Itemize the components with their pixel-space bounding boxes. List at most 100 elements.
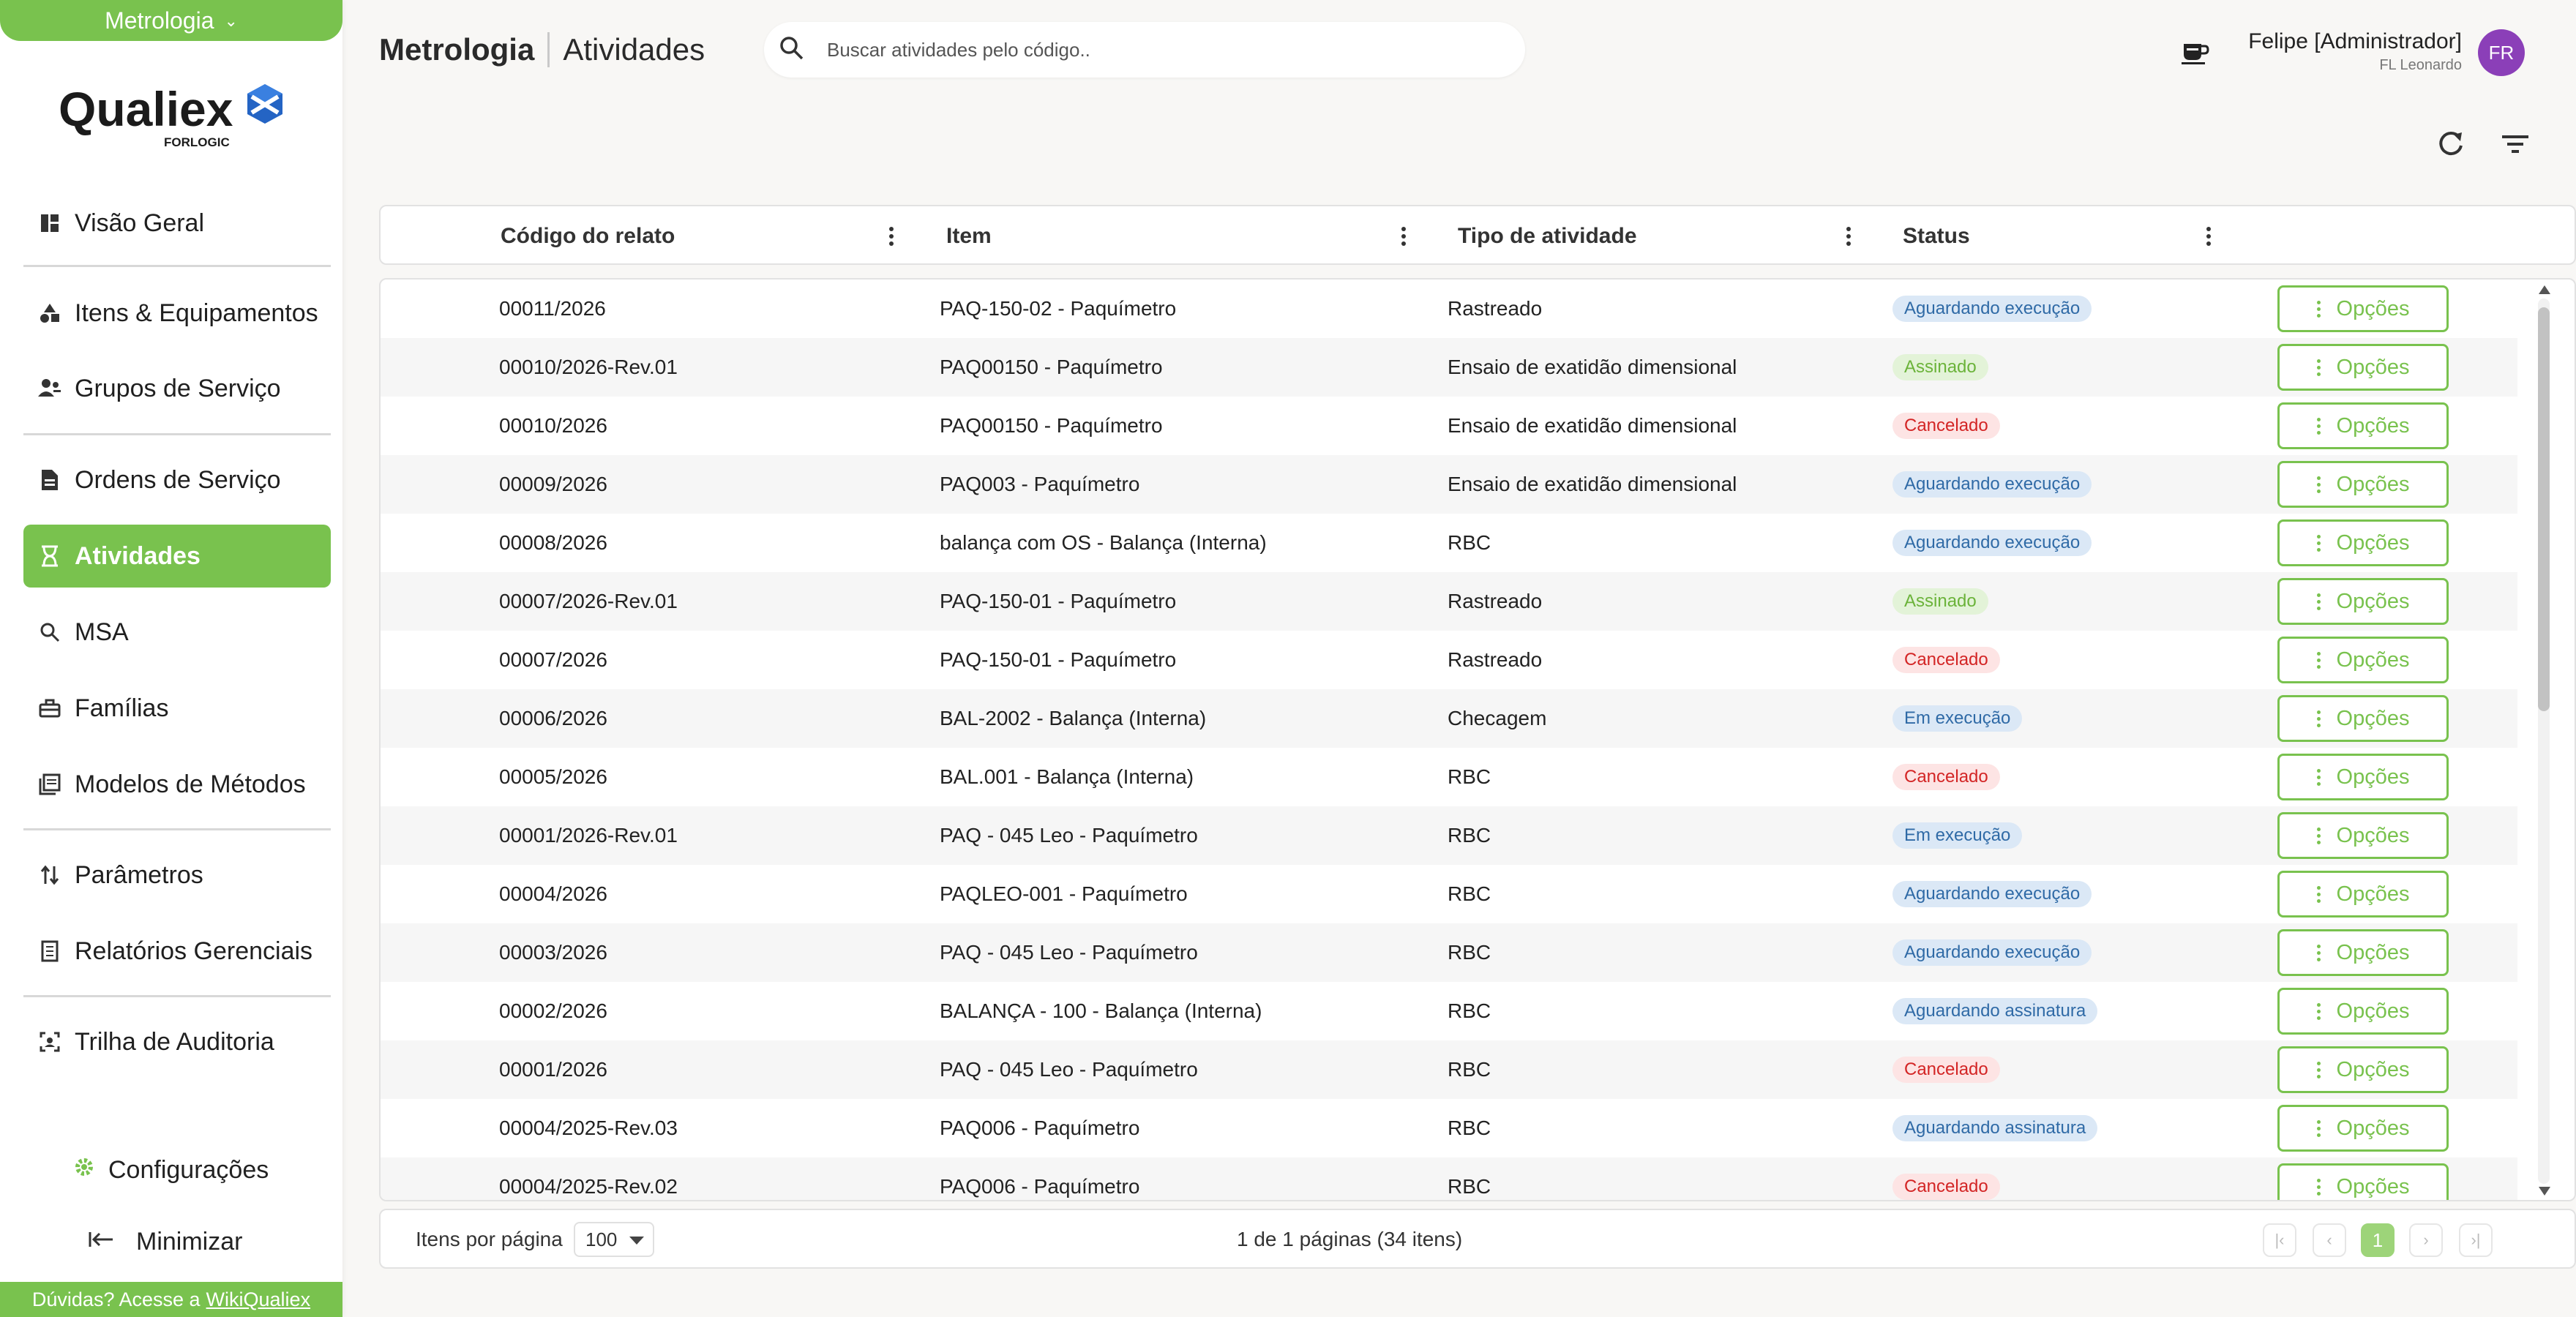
- sidebar-item-parametros[interactable]: Parâmetros: [23, 844, 331, 907]
- options-button[interactable]: Opções: [2277, 988, 2449, 1035]
- options-button[interactable]: Opções: [2277, 1163, 2449, 1200]
- prev-page-button[interactable]: ‹: [2313, 1223, 2346, 1257]
- table-row[interactable]: 00004/2025-Rev.02 PAQ006 - Paquímetro RBC C…: [381, 1157, 2517, 1200]
- document-icon: [37, 467, 63, 493]
- cell-item: PAQ - 045 Leo - Paquímetro: [940, 941, 1198, 964]
- options-button[interactable]: Opções: [2277, 578, 2449, 625]
- module-switch-button[interactable]: Metrologia ⌄: [0, 0, 342, 41]
- table-row[interactable]: 00010/2026-Rev.01 PAQ00150 - Paquímetro En…: [381, 338, 2517, 397]
- cell-code: 00006/2026: [499, 707, 607, 729]
- cell-code: 00010/2026: [499, 414, 607, 437]
- options-button[interactable]: Opções: [2277, 344, 2449, 391]
- column-header-item[interactable]: Item: [946, 206, 992, 266]
- table-row[interactable]: 00001/2026 PAQ - 045 Leo - Paquímetro RBC C…: [381, 1040, 2517, 1099]
- options-button[interactable]: Opções: [2277, 461, 2449, 508]
- options-button[interactable]: Opções: [2277, 1046, 2449, 1093]
- coffee-button[interactable]: [2178, 34, 2212, 67]
- cell-item: PAQ - 045 Leo - Paquímetro: [940, 1058, 1198, 1081]
- table-row[interactable]: 00005/2026 BAL.001 - Balança (Interna) RBC…: [381, 748, 2517, 806]
- filter-button[interactable]: [2497, 126, 2534, 162]
- status-badge: Em execução: [1892, 822, 2023, 849]
- table-row[interactable]: 00002/2026 BALANÇA - 100 - Balança (Inter…: [381, 982, 2517, 1040]
- settings-button[interactable]: Configurações: [73, 1156, 269, 1185]
- sidebar-item-relatorios[interactable]: Relatórios Gerenciais: [23, 920, 331, 983]
- table-body: 00011/2026 PAQ-150-02 - Paquímetro Rastrea…: [379, 278, 2576, 1201]
- cell-code: 00002/2026: [499, 999, 607, 1022]
- sidebar-item-itens-equipamentos[interactable]: Itens & Equipamentos: [23, 282, 331, 345]
- table-row[interactable]: 00004/2025-Rev.03 PAQ006 - Paquímetro RBC A…: [381, 1099, 2517, 1157]
- cell-type: RBC: [1448, 1058, 1491, 1081]
- table-row[interactable]: 00007/2026-Rev.01 PAQ-150-01 - Paquímetro…: [381, 572, 2517, 631]
- table-row[interactable]: 00011/2026 PAQ-150-02 - Paquímetro Rastrea…: [381, 279, 2517, 338]
- caret-down-icon: [629, 1237, 644, 1245]
- status-badge: Cancelado: [1892, 764, 2000, 790]
- more-vert-icon: [2316, 300, 2321, 318]
- sidebar-item-modelos-metodos[interactable]: Modelos de Métodos: [23, 753, 331, 816]
- scroll-up-icon[interactable]: [2536, 282, 2553, 297]
- options-label: Opções: [2336, 648, 2410, 672]
- options-button[interactable]: Opções: [2277, 871, 2449, 918]
- options-button[interactable]: Opções: [2277, 402, 2449, 449]
- table-row[interactable]: 00007/2026 PAQ-150-01 - Paquímetro Rastrea…: [381, 631, 2517, 689]
- sidebar-divider: [23, 433, 331, 435]
- options-button[interactable]: Opções: [2277, 1105, 2449, 1152]
- sidebar-item-trilha-auditoria[interactable]: Trilha de Auditoria: [23, 1010, 331, 1073]
- cell-type: Rastreado: [1448, 590, 1543, 612]
- options-button[interactable]: Opções: [2277, 929, 2449, 976]
- options-button[interactable]: Opções: [2277, 519, 2449, 566]
- search-input[interactable]: [827, 38, 1486, 61]
- options-button[interactable]: Opções: [2277, 285, 2449, 332]
- user-company: FL Leonardo: [2379, 57, 2462, 73]
- more-vert-icon: [2316, 710, 2321, 727]
- cell-code: 00008/2026: [499, 531, 607, 554]
- options-button[interactable]: Opções: [2277, 754, 2449, 800]
- first-page-button[interactable]: |‹: [2263, 1223, 2296, 1257]
- sidebar-item-ordens-servico[interactable]: Ordens de Serviço: [23, 449, 331, 511]
- column-menu-icon[interactable]: [1396, 224, 1411, 249]
- coffee-cup-icon: [2182, 44, 2209, 64]
- sidebar-item-familias[interactable]: Famílias: [23, 677, 331, 740]
- column-header-status[interactable]: Status: [1903, 206, 1970, 266]
- table-row[interactable]: 00006/2026 BAL-2002 - Balança (Interna) Ch…: [381, 689, 2517, 748]
- avatar[interactable]: FR: [2478, 29, 2525, 76]
- breadcrumb: Metrologia Atividades: [379, 29, 705, 70]
- status-badge: Aguardando assinatura: [1892, 1115, 2098, 1141]
- column-header-tipo[interactable]: Tipo de atividade: [1458, 206, 1637, 266]
- options-button[interactable]: Opções: [2277, 695, 2449, 742]
- table-row[interactable]: 00001/2026-Rev.01 PAQ - 045 Leo - Paquíme…: [381, 806, 2517, 865]
- per-page-select[interactable]: 100: [574, 1222, 654, 1257]
- sidebar-item-label: Modelos de Métodos: [75, 770, 306, 798]
- sidebar-item-msa[interactable]: MSA: [23, 601, 331, 664]
- table-row[interactable]: 00009/2026 PAQ003 - Paquímetro Ensaio de e…: [381, 455, 2517, 514]
- table-row[interactable]: 00004/2026 PAQLEO-001 - Paquímetro RBC Agua…: [381, 865, 2517, 923]
- options-button[interactable]: Opções: [2277, 812, 2449, 859]
- refresh-button[interactable]: [2433, 126, 2469, 162]
- options-button[interactable]: Opções: [2277, 637, 2449, 683]
- search-bar: [764, 22, 1525, 78]
- sidebar-item-label: Parâmetros: [75, 860, 203, 889]
- table-row[interactable]: 00003/2026 PAQ - 045 Leo - Paquímetro RBC A…: [381, 923, 2517, 982]
- column-menu-icon[interactable]: [884, 224, 899, 249]
- scrollbar[interactable]: [2522, 279, 2575, 1200]
- next-page-button[interactable]: ›: [2409, 1223, 2443, 1257]
- cell-item: PAQ00150 - Paquímetro: [940, 414, 1163, 437]
- options-label: Opções: [2336, 706, 2410, 730]
- sidebar-item-atividades[interactable]: Atividades: [23, 525, 331, 588]
- scroll-down-icon[interactable]: [2536, 1184, 2553, 1198]
- table-row[interactable]: 00008/2026 balança com OS - Balança (Inte…: [381, 514, 2517, 572]
- wiki-link[interactable]: WikiQualiex: [206, 1288, 311, 1311]
- cell-code: 00004/2025-Rev.03: [499, 1117, 678, 1139]
- column-header-codigo[interactable]: Código do relato: [501, 206, 675, 266]
- minimize-button[interactable]: Minimizar: [88, 1228, 242, 1256]
- cell-status: Em execução: [1892, 806, 2023, 865]
- more-vert-icon: [2316, 651, 2321, 669]
- page-1-button[interactable]: 1: [2361, 1223, 2395, 1257]
- sidebar-item-visao-geral[interactable]: Visão Geral: [23, 192, 331, 255]
- cell-item: BAL-2002 - Balança (Interna): [940, 707, 1207, 729]
- sidebar-item-grupos-servico[interactable]: Grupos de Serviço: [23, 357, 331, 420]
- last-page-button[interactable]: ›|: [2459, 1223, 2493, 1257]
- column-menu-icon[interactable]: [1841, 224, 1856, 249]
- column-menu-icon[interactable]: [2201, 224, 2216, 249]
- table-row[interactable]: 00010/2026 PAQ00150 - Paquímetro Ensaio de…: [381, 397, 2517, 455]
- scrollbar-thumb[interactable]: [2538, 307, 2550, 711]
